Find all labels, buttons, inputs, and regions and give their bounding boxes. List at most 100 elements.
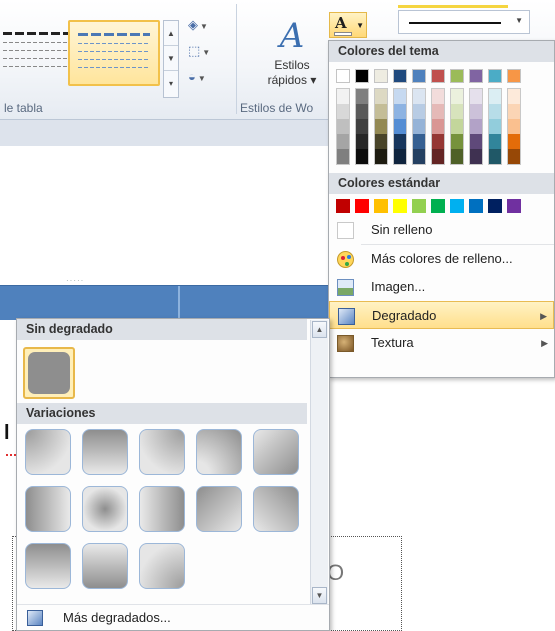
color-swatch[interactable] (432, 119, 444, 134)
color-swatch[interactable] (489, 89, 501, 104)
color-swatch[interactable] (356, 119, 368, 134)
color-swatch[interactable] (337, 149, 349, 164)
color-swatch[interactable] (508, 89, 520, 104)
gallery-more-icon[interactable]: ▾ (164, 71, 178, 96)
color-swatch[interactable] (508, 119, 520, 134)
gallery-scrollbar[interactable]: ▲ ▼ ▾ (163, 20, 179, 98)
chevron-down-icon[interactable]: ▼ (200, 22, 208, 31)
color-swatch[interactable] (507, 199, 521, 213)
color-swatch[interactable] (412, 69, 426, 83)
color-swatch[interactable] (413, 134, 425, 149)
gradient-variation-option[interactable] (139, 429, 185, 475)
color-swatch[interactable] (394, 89, 406, 104)
color-swatch[interactable] (413, 104, 425, 119)
color-swatch[interactable] (469, 69, 483, 83)
gradient-variation-option[interactable] (253, 486, 299, 532)
more-gradients-item[interactable]: Más degradados... (17, 604, 329, 630)
color-swatch[interactable] (412, 199, 426, 213)
color-swatch[interactable] (374, 69, 388, 83)
color-swatch[interactable] (489, 104, 501, 119)
texture-fill-item[interactable]: Textura ▶ (329, 329, 554, 357)
gradient-variation-option[interactable] (139, 486, 185, 532)
chevron-up-icon[interactable]: ▲ (164, 21, 178, 46)
color-swatch[interactable] (451, 134, 463, 149)
picture-fill-item[interactable]: Imagen... (329, 273, 554, 301)
gradient-variation-option[interactable] (25, 429, 71, 475)
color-swatch[interactable] (508, 134, 520, 149)
color-swatch[interactable] (413, 119, 425, 134)
color-swatch[interactable] (394, 149, 406, 164)
borders-icon[interactable]: ⬚ ▼ (188, 38, 228, 64)
color-swatch[interactable] (393, 199, 407, 213)
color-swatch[interactable] (470, 104, 482, 119)
color-swatch[interactable] (355, 69, 369, 83)
color-swatch[interactable] (470, 89, 482, 104)
color-swatch[interactable] (451, 149, 463, 164)
color-swatch[interactable] (489, 149, 501, 164)
color-swatch[interactable] (393, 69, 407, 83)
color-swatch[interactable] (432, 149, 444, 164)
color-swatch[interactable] (355, 199, 369, 213)
scroll-up-icon[interactable]: ▲ (312, 321, 327, 338)
color-swatch[interactable] (336, 199, 350, 213)
submenu-scrollbar[interactable]: ▲ ▼ (310, 320, 328, 605)
gradient-variation-option[interactable] (139, 543, 185, 589)
color-swatch[interactable] (356, 149, 368, 164)
color-swatch[interactable] (432, 134, 444, 149)
color-swatch[interactable] (470, 134, 482, 149)
shading-bucket-icon[interactable]: ◈ ▼ (188, 12, 228, 38)
color-swatch[interactable] (507, 69, 521, 83)
table-style-thumbnail-selected[interactable] (68, 20, 160, 86)
color-swatch[interactable] (489, 134, 501, 149)
color-swatch[interactable] (375, 104, 387, 119)
color-swatch[interactable] (413, 89, 425, 104)
color-swatch[interactable] (451, 89, 463, 104)
chevron-down-icon[interactable]: ▼ (515, 16, 523, 25)
color-swatch[interactable] (470, 149, 482, 164)
color-swatch[interactable] (432, 104, 444, 119)
color-swatch[interactable] (356, 89, 368, 104)
color-swatch[interactable] (432, 89, 444, 104)
color-swatch[interactable] (431, 199, 445, 213)
color-swatch[interactable] (508, 104, 520, 119)
chevron-down-icon[interactable]: ▼ (198, 74, 206, 83)
color-swatch[interactable] (431, 69, 445, 83)
chevron-down-icon[interactable]: ▼ (202, 48, 210, 57)
gradient-variation-option[interactable] (25, 486, 71, 532)
color-swatch[interactable] (394, 119, 406, 134)
chevron-down-icon[interactable]: ▼ (164, 46, 178, 71)
resize-grip-icon[interactable]: ····· (66, 276, 84, 285)
gradient-variation-option[interactable] (253, 429, 299, 475)
color-swatch[interactable] (337, 89, 349, 104)
color-swatch[interactable] (450, 69, 464, 83)
color-swatch[interactable] (508, 149, 520, 164)
color-swatch[interactable] (451, 104, 463, 119)
quick-styles-button[interactable]: A Estilos rápidos ▾ (258, 14, 326, 88)
color-swatch[interactable] (488, 199, 502, 213)
color-swatch[interactable] (356, 104, 368, 119)
more-fill-colors-item[interactable]: Más colores de relleno... (329, 245, 554, 273)
color-swatch[interactable] (375, 149, 387, 164)
color-swatch[interactable] (450, 199, 464, 213)
eraser-effects-icon[interactable]: ◒ ▼ (188, 64, 228, 90)
color-swatch[interactable] (336, 69, 350, 83)
no-fill-item[interactable]: Sin relleno (329, 216, 554, 244)
color-swatch[interactable] (375, 119, 387, 134)
table-header-row[interactable] (0, 285, 330, 321)
color-swatch[interactable] (469, 199, 483, 213)
gradient-variation-option[interactable] (82, 486, 128, 532)
scroll-down-icon[interactable]: ▼ (312, 587, 327, 604)
no-gradient-option[interactable] (23, 347, 75, 399)
text-fill-button[interactable]: A ▼ (329, 12, 367, 38)
color-swatch[interactable] (413, 149, 425, 164)
color-swatch[interactable] (489, 119, 501, 134)
color-swatch[interactable] (394, 134, 406, 149)
color-swatch[interactable] (337, 119, 349, 134)
color-swatch[interactable] (375, 89, 387, 104)
line-style-dropdown[interactable]: ▼ (398, 10, 530, 34)
color-swatch[interactable] (337, 134, 349, 149)
color-swatch[interactable] (470, 119, 482, 134)
color-swatch[interactable] (356, 134, 368, 149)
gradient-variation-option[interactable] (196, 486, 242, 532)
gradient-variation-option[interactable] (25, 543, 71, 589)
